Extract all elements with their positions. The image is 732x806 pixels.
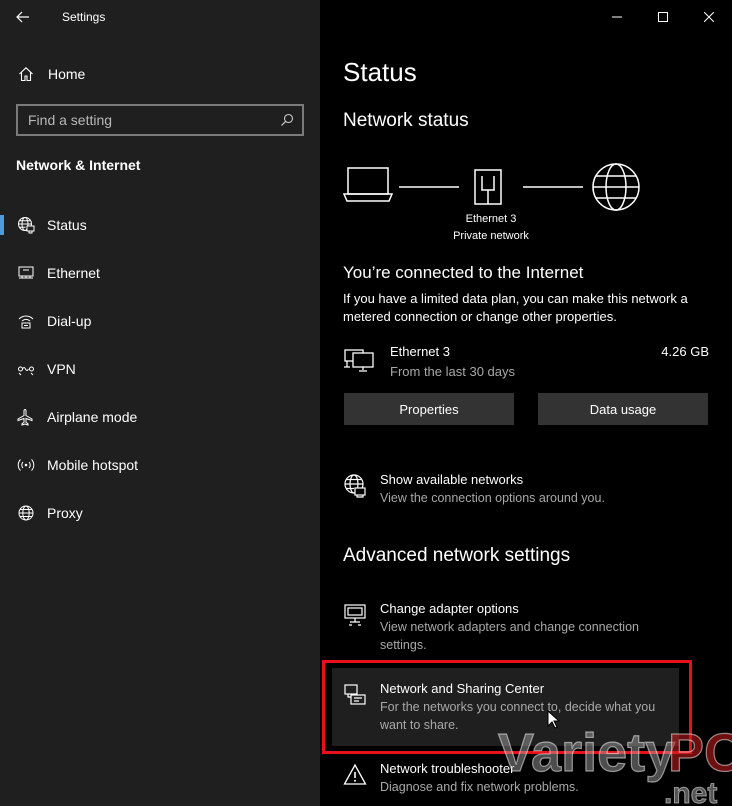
connected-description: If you have a limited data plan, you can…: [343, 290, 732, 326]
sidebar-item-label: Dial-up: [47, 313, 92, 329]
adapter-monitor-icon: [344, 604, 366, 626]
globe-icon: [16, 504, 36, 522]
globe-status-icon: [16, 216, 36, 234]
warning-icon: [343, 763, 367, 785]
show-available-networks-link[interactable]: Show available networks View the connect…: [343, 472, 693, 512]
back-arrow-icon: [16, 11, 29, 22]
ethernet-port-icon: [474, 169, 502, 205]
page-title: Status: [343, 57, 417, 87]
adapter-period: From the last 30 days: [390, 364, 515, 379]
home-icon: [16, 66, 36, 82]
connected-description-line2: metered connection or change other prope…: [343, 309, 617, 324]
vpn-icon: [16, 360, 36, 378]
adapter-data-usage: 4.26 GB: [661, 344, 709, 359]
sidebar-item-airplane-mode[interactable]: Airplane mode: [0, 397, 320, 437]
sidebar-item-label: Mobile hotspot: [47, 457, 139, 473]
sidebar-item-ethernet[interactable]: Ethernet: [0, 253, 320, 293]
adapter-name: Ethernet 3: [390, 344, 450, 359]
ethernet-icon: [16, 264, 36, 282]
back-button[interactable]: [0, 0, 46, 33]
sidebar-item-vpn[interactable]: VPN: [0, 349, 320, 389]
sidebar-item-mobile-hotspot[interactable]: Mobile hotspot: [0, 445, 320, 485]
globe-network-icon: [344, 474, 366, 498]
active-indicator: [0, 215, 4, 235]
laptop-icon: [343, 167, 394, 202]
show-networks-title: Show available networks: [380, 472, 524, 487]
maximize-button[interactable]: [640, 0, 686, 33]
main-panel: Status Network status Ethernet 3 Private…: [320, 0, 732, 806]
sidebar: Settings Home Find a setting Network & I…: [0, 0, 320, 806]
show-networks-desc: View the connection options around you.: [380, 491, 605, 505]
sidebar-item-label: VPN: [47, 361, 76, 377]
section-title: Network & Internet: [16, 157, 141, 173]
search-icon: [281, 113, 294, 126]
advanced-settings-heading: Advanced network settings: [343, 545, 571, 566]
sidebar-item-label: Proxy: [47, 505, 83, 521]
home-label: Home: [48, 66, 86, 82]
minimize-button[interactable]: [594, 0, 640, 33]
app-title: Settings: [62, 9, 106, 24]
properties-button[interactable]: Properties: [344, 393, 514, 425]
minimize-icon: [612, 16, 622, 17]
internet-globe-icon: [592, 163, 640, 211]
ethernet-adapter-icon: [344, 349, 374, 372]
hotspot-icon: [16, 456, 36, 474]
window-controls: [594, 0, 732, 33]
close-icon: [704, 11, 714, 22]
network-troubleshooter-link[interactable]: Network troubleshooter Diagnose and fix …: [343, 761, 693, 805]
adapter-options-title: Change adapter options: [380, 601, 519, 616]
troubleshooter-title: Network troubleshooter: [380, 761, 515, 776]
titlebar: Settings: [0, 0, 320, 33]
sidebar-item-label: Ethernet: [47, 265, 100, 281]
data-usage-button[interactable]: Data usage: [538, 393, 708, 425]
dialup-icon: [16, 312, 36, 330]
adapter-usage-row: Ethernet 3 From the last 30 days 4.26 GB: [343, 342, 709, 384]
close-button[interactable]: [686, 0, 732, 33]
adapter-options-desc: View network adapters and change connect…: [380, 620, 639, 652]
sidebar-item-status[interactable]: Status: [0, 205, 320, 245]
home-nav-item[interactable]: Home: [0, 56, 320, 92]
troubleshooter-desc: Diagnose and fix network problems.: [380, 780, 579, 794]
sidebar-item-proxy[interactable]: Proxy: [0, 493, 320, 533]
search-placeholder: Find a setting: [28, 112, 113, 128]
search-input[interactable]: Find a setting: [16, 104, 304, 136]
sidebar-item-label: Airplane mode: [47, 409, 138, 425]
maximize-icon: [658, 11, 668, 22]
mouse-cursor-icon: [547, 710, 561, 729]
connected-description-line1: If you have a limited data plan, you can…: [343, 291, 688, 306]
diagram-adapter-name: Ethernet 3: [465, 213, 517, 225]
sidebar-item-label: Status: [47, 217, 87, 233]
change-adapter-options-link[interactable]: Change adapter options View network adap…: [343, 601, 693, 657]
sidebar-item-dialup[interactable]: Dial-up: [0, 301, 320, 341]
highlight-annotation-box: [322, 660, 692, 754]
connected-heading: You’re connected to the Internet: [343, 263, 584, 282]
network-status-heading: Network status: [343, 110, 469, 131]
airplane-icon: [16, 408, 36, 426]
diagram-network-type: Private network: [453, 230, 529, 242]
